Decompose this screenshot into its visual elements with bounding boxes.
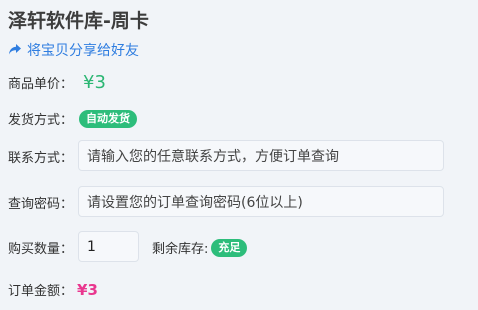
delivery-row: 发货方式： 自动发货: [8, 109, 138, 128]
query-password-placeholder: 请设置您的订单查询密码(6位以上): [87, 194, 303, 211]
stock-badge: 充足: [211, 238, 248, 257]
quantity-value: 1: [87, 238, 96, 255]
price-value: ¥3: [83, 72, 106, 93]
quantity-label: 购买数量：: [8, 242, 74, 257]
share-link[interactable]: 将宝贝分享给好友: [8, 40, 139, 60]
price-label: 商品单价：: [8, 77, 74, 92]
price-row: 商品单价： ¥3: [8, 72, 106, 93]
quantity-row: 购买数量：: [8, 238, 73, 257]
query-password-input[interactable]: 请设置您的订单查询密码(6位以上): [78, 186, 444, 217]
contact-row: 联系方式：: [8, 147, 73, 166]
share-label: 将宝贝分享给好友: [27, 43, 139, 59]
share-icon: [8, 43, 22, 57]
contact-placeholder: 请输入您的任意联系方式，方便订单查询: [87, 148, 339, 165]
delivery-label: 发货方式：: [8, 113, 74, 128]
stock-label: 剩余库存:: [152, 242, 209, 257]
query-password-row: 查询密码：: [8, 193, 73, 212]
total-label: 订单金额：: [8, 284, 74, 299]
total-value: ¥3: [77, 280, 98, 299]
page-title: 泽轩软件库-周卡: [8, 10, 149, 32]
total-row: 订单金额： ¥3: [8, 280, 98, 300]
stock-info: 剩余库存: 充足: [152, 238, 248, 257]
auto-delivery-badge: 自动发货: [79, 109, 138, 128]
quantity-input[interactable]: 1: [78, 231, 139, 262]
contact-label: 联系方式：: [8, 151, 74, 166]
contact-input[interactable]: 请输入您的任意联系方式，方便订单查询: [78, 140, 444, 171]
query-password-label: 查询密码：: [8, 197, 74, 212]
